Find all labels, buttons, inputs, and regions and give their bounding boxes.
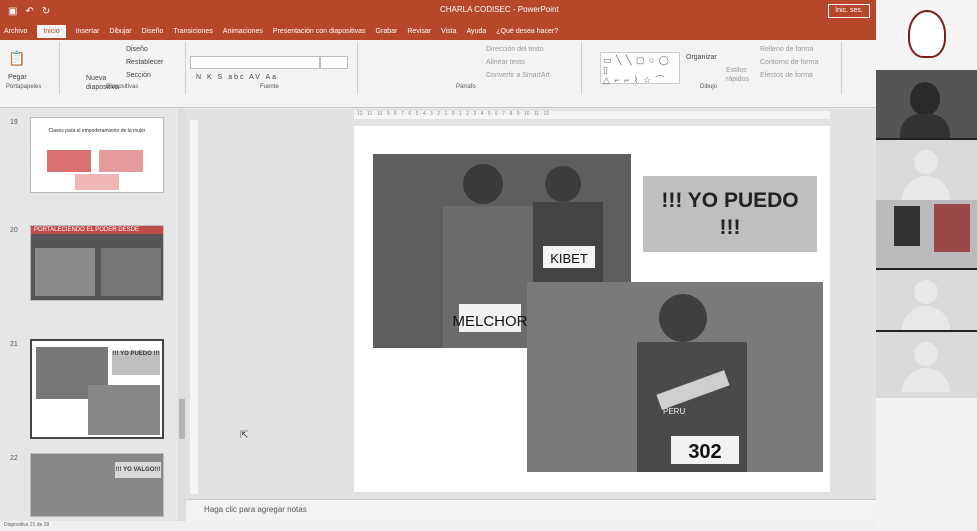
- tab-presentacion[interactable]: Presentación con diapositivas: [273, 28, 366, 35]
- layout-button[interactable]: Diseño: [126, 46, 148, 53]
- slide-thumbnails-pane: 19 Claves para el empoderamiento de la m…: [0, 109, 178, 521]
- thumbnail-21[interactable]: !!! YO PUEDO !!!: [30, 339, 164, 439]
- title-bar: ▣ ↶ ↻ CHARLA CODISEC - PowerPoint Inic. …: [0, 0, 876, 22]
- bib-kibet: KIBET: [550, 251, 588, 266]
- thumb-number-22: 22: [10, 455, 18, 462]
- thumb-19-box: [47, 150, 91, 172]
- tab-grabar[interactable]: Grabar: [376, 28, 398, 35]
- avatar: [902, 176, 950, 200]
- sign-in-button[interactable]: Inic. ses.: [828, 4, 870, 18]
- paste-button[interactable]: Pegar: [8, 74, 27, 81]
- video-tile-participant: [876, 330, 977, 398]
- organize-button[interactable]: Organizar: [686, 54, 717, 61]
- drawing-label: Dibujo: [700, 84, 718, 90]
- undo-icon[interactable]: ↶: [25, 6, 33, 17]
- video-tile-participant: [876, 138, 977, 200]
- university-logo: [908, 10, 946, 58]
- window-title: CHARLA CODISEC - PowerPoint: [440, 5, 559, 14]
- font-label: Fuente: [260, 84, 279, 90]
- thumb-20-photo: [35, 248, 95, 296]
- tab-revisar[interactable]: Revisar: [407, 28, 431, 35]
- shapes-gallery[interactable]: ▭ ╲ ╲ ▢ ○ ◯ ▯ △ ⌐ ⌐ ⌇ ☆ ⌒: [600, 52, 680, 85]
- video-tile-participant-video: [876, 200, 977, 268]
- thumb-number-19: 19: [10, 119, 18, 126]
- runner-photo[interactable]: 302 PERU: [527, 282, 823, 472]
- horizontal-ruler: · 12 · 11 · 10 · 9 · 8 · 7 · 6 · 5 · 4 ·…: [354, 111, 830, 119]
- thumbnail-22[interactable]: !!! YO VALGO!!!: [30, 453, 164, 517]
- tab-animaciones[interactable]: Animaciones: [223, 28, 263, 35]
- participant-figure: [894, 206, 920, 246]
- align-text-button[interactable]: Alinear texto: [486, 59, 525, 66]
- thumb-number-21: 21: [10, 341, 18, 348]
- tab-insertar[interactable]: Insertar: [76, 28, 100, 35]
- video-panel-empty: [876, 398, 977, 531]
- avatar: [914, 150, 938, 174]
- thumb-number-20: 20: [10, 227, 18, 234]
- bib-melchor: MELCHOR: [452, 313, 527, 330]
- mouse-cursor-icon: ⇱: [240, 430, 249, 441]
- slides-group: Nueva diapositiva Diseño Restablecer Sec…: [62, 42, 186, 94]
- paragraph-label: Párrafo: [456, 84, 476, 90]
- notes-pane[interactable]: Haga clic para agregar notas: [186, 499, 876, 521]
- ribbon: 📋 Pegar Portapapeles Nueva diapositiva D…: [0, 40, 876, 108]
- tab-diseno[interactable]: Diseño: [142, 28, 164, 35]
- bib-302: 302: [688, 441, 721, 463]
- quick-access-toolbar: ▣ ↶ ↻: [0, 6, 50, 17]
- shape-effects-button[interactable]: Efectos de forma: [760, 72, 813, 79]
- video-tile-logo: [876, 0, 977, 70]
- thumb-20-photo: [101, 248, 161, 296]
- tab-dibujar[interactable]: Dibujar: [109, 28, 131, 35]
- thumbnail-19[interactable]: Claves para el empoderamiento de la muje…: [30, 117, 164, 193]
- redo-icon[interactable]: ↻: [42, 6, 50, 17]
- thumb-19-box: [99, 150, 143, 172]
- tab-transiciones[interactable]: Transiciones: [173, 28, 212, 35]
- participant-flag: [934, 204, 970, 252]
- avatar: [902, 368, 950, 392]
- scrollbar-thumb[interactable]: [179, 399, 185, 439]
- thumb-22-title: !!! YO VALGO!!!: [115, 462, 161, 478]
- clipboard-group: 📋 Pegar Portapapeles: [4, 42, 60, 94]
- font-format-buttons[interactable]: N K S abc AV Aa: [196, 74, 278, 81]
- save-icon[interactable]: ▣: [8, 6, 17, 17]
- shape-fill-button[interactable]: Relleno de forma: [760, 46, 813, 53]
- thumb-20-title: PORTALECIENDO EL PODER DESDE: [31, 226, 163, 234]
- video-tile-speaker: [876, 70, 977, 138]
- shirt-text: PERU: [663, 407, 685, 416]
- section-button[interactable]: Sección: [126, 72, 151, 79]
- slide-heading-box[interactable]: !!! YO PUEDO !!!: [643, 176, 817, 252]
- video-tile-participant: [876, 268, 977, 330]
- status-bar: Diapositiva 21 de 28: [0, 521, 876, 531]
- slides-label: Diapositivas: [106, 84, 139, 90]
- runner-illustration: 302 PERU: [527, 282, 823, 472]
- paste-icon[interactable]: 📋: [8, 50, 25, 67]
- thumb-21-photo: [88, 385, 160, 435]
- powerpoint-window: ▣ ↶ ↻ CHARLA CODISEC - PowerPoint Inic. …: [0, 0, 876, 531]
- reset-button[interactable]: Restablecer: [126, 59, 163, 66]
- tab-vista[interactable]: Vista: [441, 28, 456, 35]
- tab-inicio[interactable]: Inicio: [37, 24, 66, 38]
- ribbon-tabs: Archivo Inicio Insertar Dibujar Diseño T…: [0, 22, 876, 40]
- tab-archivo[interactable]: Archivo: [4, 28, 27, 35]
- clipboard-label: Portapapeles: [6, 84, 42, 90]
- tell-me-search[interactable]: ¿Qué desea hacer?: [496, 28, 558, 35]
- thumb-21-title: !!! YO PUEDO !!!: [112, 351, 160, 375]
- avatar: [902, 306, 950, 330]
- thumbnail-20[interactable]: PORTALECIENDO EL PODER DESDE: [30, 225, 164, 301]
- smartart-button[interactable]: Convertir a SmartArt: [486, 72, 550, 79]
- paragraph-group: Dirección del texto Alinear texto Conver…: [360, 42, 582, 94]
- shape-outline-button[interactable]: Contorno de forma: [760, 59, 818, 66]
- avatar: [914, 342, 938, 366]
- tab-ayuda[interactable]: Ayuda: [467, 28, 487, 35]
- thumbnails-scrollbar[interactable]: [178, 109, 186, 521]
- thumb-19-box: [75, 174, 119, 190]
- text-direction-button[interactable]: Dirección del texto: [486, 46, 544, 53]
- speaker-body: [900, 114, 950, 138]
- font-name-input[interactable]: [190, 56, 320, 69]
- font-size-input[interactable]: [320, 56, 348, 69]
- quick-styles-button[interactable]: Estilos rápidos: [726, 66, 752, 84]
- thumb-19-title: Claves para el empoderamiento de la muje…: [48, 128, 146, 134]
- speaker-avatar: [910, 82, 940, 116]
- avatar: [914, 280, 938, 304]
- vertical-ruler: [190, 120, 198, 494]
